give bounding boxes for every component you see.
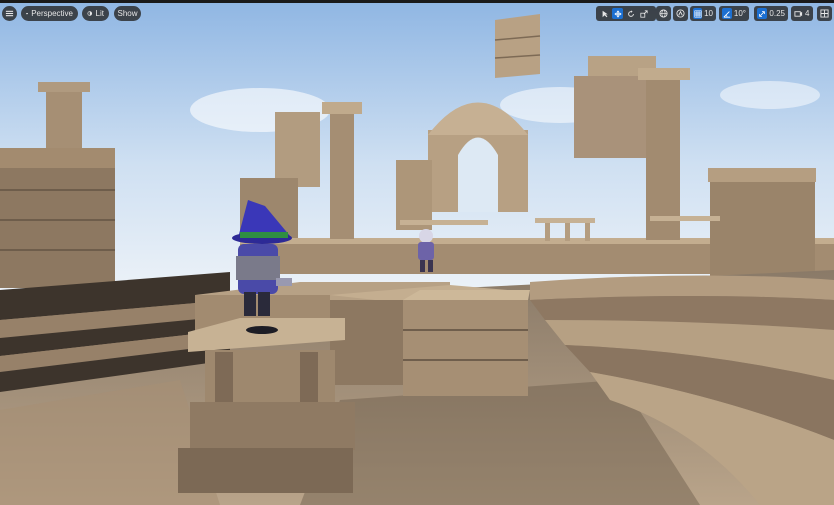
translate-tool[interactable] [612, 8, 623, 19]
show-flags-dropdown[interactable]: Show [114, 6, 141, 21]
scale-tool[interactable] [638, 8, 649, 19]
hamburger-icon [5, 10, 14, 17]
lighting-mode-dropdown[interactable]: Lit [82, 6, 109, 21]
surface-snap-icon [676, 9, 685, 18]
floating-block [494, 14, 541, 78]
scale-snap-group[interactable]: 0.25 [754, 6, 788, 21]
scene-render[interactable] [0, 0, 834, 505]
camera-icon [26, 13, 28, 15]
grid-snap-toggle[interactable] [693, 8, 703, 19]
viewport-menu-button[interactable] [2, 6, 17, 21]
surface-snap-toggle[interactable] [673, 6, 688, 21]
cloud [720, 81, 820, 109]
move-icon [613, 9, 622, 18]
camera-speed-icon [794, 11, 803, 17]
lighting-label: Lit [95, 9, 104, 18]
show-label: Show [117, 9, 138, 18]
rotation-snap-toggle[interactable] [722, 8, 732, 19]
rotate-tool[interactable] [625, 8, 636, 19]
angle-icon [723, 10, 731, 18]
rotation-snap-group[interactable]: 10° [719, 6, 749, 21]
select-tool[interactable] [599, 8, 610, 19]
scale-icon [639, 9, 648, 18]
view-mode-label: Perspective [31, 9, 73, 18]
scale-snap-icon [759, 10, 766, 17]
scale-snap-toggle[interactable] [757, 8, 768, 19]
grid-icon [693, 9, 702, 18]
globe-icon [659, 9, 668, 18]
level-viewport[interactable] [0, 0, 834, 505]
maximize-icon [820, 9, 829, 18]
rotation-snap-value[interactable]: 10° [734, 9, 746, 18]
sun-icon [87, 11, 93, 16]
grid-snap-group[interactable]: 10 [690, 6, 716, 21]
transform-tools [596, 6, 656, 21]
cursor-icon [602, 10, 608, 17]
viewport-top-border [0, 0, 834, 3]
grid-snap-value[interactable]: 10 [704, 9, 713, 18]
world-local-toggle[interactable] [656, 6, 671, 21]
rotate-icon [627, 9, 634, 17]
scale-snap-value[interactable]: 0.25 [769, 9, 785, 18]
maximize-viewport-button[interactable] [817, 6, 832, 21]
view-mode-dropdown[interactable]: Perspective [21, 6, 78, 21]
camera-speed-value[interactable]: 4 [805, 9, 809, 18]
camera-speed-group[interactable]: 4 [791, 6, 813, 21]
